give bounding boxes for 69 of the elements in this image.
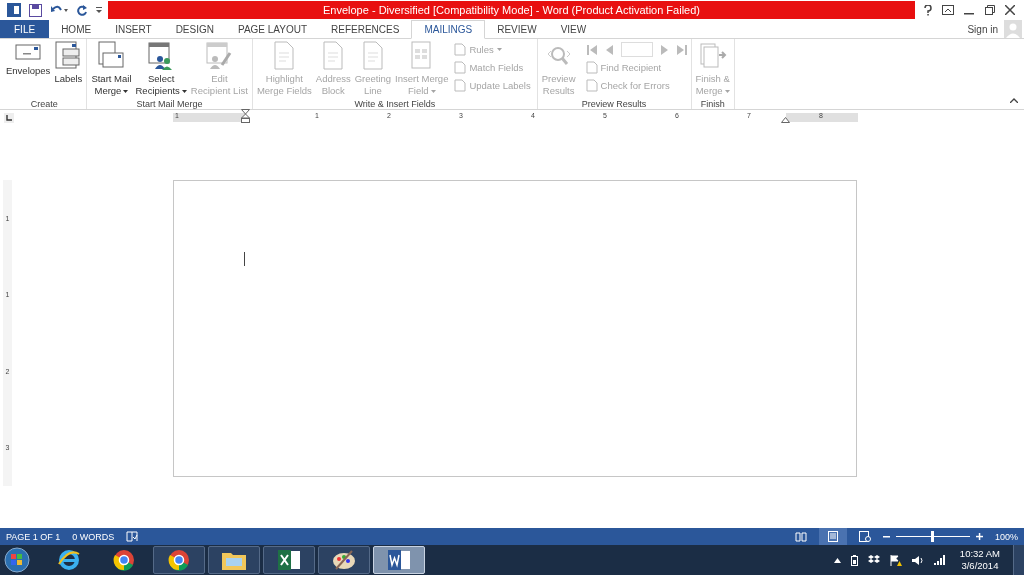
group-label: Create: [30, 99, 58, 111]
palette-icon: [332, 549, 356, 571]
group-label: Finish: [700, 99, 725, 111]
group-label: Start Mail Merge: [136, 99, 203, 111]
ribbon-button[interactable]: Start Mail Merge: [89, 41, 134, 99]
show-hidden-icons-icon[interactable]: [833, 557, 841, 563]
zoom-in-button[interactable]: [975, 533, 983, 540]
window-title: Envelope - Diversified [Compatibility Mode] - Word (Product Activation Failed): [323, 4, 700, 16]
zoom-slider-thumb[interactable]: [931, 531, 935, 542]
group-label: Write & Insert Fields: [354, 99, 436, 111]
spreadsheet-icon: [277, 549, 301, 571]
people-list-icon: [148, 41, 175, 71]
text-cursor: [244, 252, 245, 266]
signal-icon[interactable]: [933, 555, 946, 565]
word-logo-icon[interactable]: [7, 3, 21, 17]
page-count[interactable]: PAGE 1 OF 1: [6, 531, 61, 542]
clock-time[interactable]: 10:32 AM: [959, 548, 1000, 560]
ribbon-tab[interactable]: MAILINGS: [411, 20, 486, 39]
ribbon-tab[interactable]: PAGE LAYOUT: [225, 20, 320, 38]
envelope-icon: [15, 41, 42, 63]
ribbon-tab[interactable]: INSERT: [103, 20, 164, 38]
customize-icon[interactable]: [96, 5, 102, 15]
dropbox-icon[interactable]: [867, 554, 880, 566]
ribbon-button[interactable]: Envelopes: [4, 41, 53, 99]
restore-icon[interactable]: [984, 5, 995, 15]
redo-icon[interactable]: [76, 4, 88, 16]
taskbar-app[interactable]: [208, 546, 260, 574]
word-count[interactable]: 0 WORDS: [72, 531, 115, 542]
help-icon[interactable]: [924, 4, 933, 16]
save-icon[interactable]: [29, 3, 42, 17]
taskbar-app[interactable]: [263, 546, 315, 574]
ribbon-tab[interactable]: REVIEW: [485, 20, 549, 38]
document-arrow-icon: [697, 41, 728, 71]
taskbar-app[interactable]: [153, 546, 205, 574]
close-icon[interactable]: [1004, 5, 1015, 15]
ribbon-tab[interactable]: DESIGN: [163, 20, 226, 38]
ribbon-button[interactable]: Select Recipients: [133, 41, 189, 99]
right-indent-marker-icon[interactable]: [781, 117, 790, 123]
tab-selector-icon[interactable]: [4, 112, 14, 123]
taskbar-app[interactable]: [318, 546, 370, 574]
browser-e-icon: [57, 548, 81, 572]
round-browser-icon: [167, 548, 191, 572]
ribbon-button[interactable]: Labels: [52, 41, 85, 99]
indent-marker-icon[interactable]: [241, 109, 250, 123]
labels-icon: [55, 41, 82, 71]
zoom-level[interactable]: 100%: [994, 531, 1018, 542]
flag-warning-icon[interactable]: [889, 554, 902, 566]
print-layout-icon[interactable]: [827, 531, 838, 542]
clock-date[interactable]: 3/6/2014: [961, 560, 999, 572]
ribbon-tab[interactable]: VIEW: [548, 20, 599, 38]
start-button-icon[interactable]: [4, 547, 30, 573]
battery-icon[interactable]: [850, 554, 858, 566]
read-mode-icon[interactable]: [794, 531, 807, 542]
group-label: Preview Results: [581, 99, 647, 111]
word-document-icon: [387, 549, 411, 571]
zoom-out-button[interactable]: [882, 535, 890, 538]
ribbon-tab[interactable]: HOME: [49, 20, 104, 38]
collapse-ribbon-icon[interactable]: [1010, 98, 1018, 103]
speaker-icon[interactable]: [911, 554, 924, 566]
round-browser-icon: [112, 548, 136, 572]
sign-in-link[interactable]: Sign in: [967, 23, 998, 35]
ribbon-tab[interactable]: FILE: [0, 20, 50, 38]
edit-list-icon: [206, 41, 233, 71]
documents-icon: [98, 41, 125, 71]
record-number-field[interactable]: [620, 42, 653, 57]
ribbon-tab[interactable]: REFERENCES: [319, 20, 412, 38]
ribbon-display-icon[interactable]: [942, 5, 955, 15]
web-layout-icon[interactable]: [858, 531, 871, 542]
proofing-icon[interactable]: [126, 531, 139, 542]
